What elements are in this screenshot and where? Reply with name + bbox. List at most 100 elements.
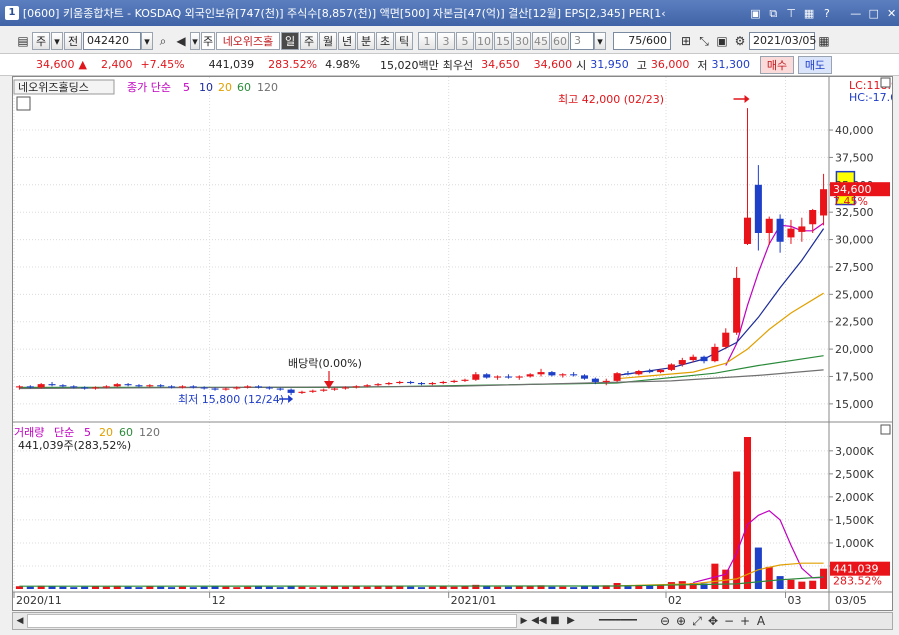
date-input[interactable]: 2021/03/05 — [749, 31, 816, 50]
price-tick-label: 37,500 — [835, 151, 874, 164]
period-minute-button[interactable]: 분 — [357, 31, 375, 50]
stock-code-input[interactable]: 042420 — [83, 31, 141, 50]
volume-bar — [244, 586, 252, 589]
sell-button[interactable]: 매도 — [798, 55, 833, 74]
indicator-icon[interactable]: ⊞ — [677, 32, 695, 50]
volume-bar — [233, 587, 241, 589]
period-tick-button[interactable]: 틱 — [395, 31, 413, 50]
candle-body — [37, 384, 45, 388]
volume-pane-close-icon[interactable] — [880, 424, 891, 435]
rewind-icon[interactable]: ◀◀ — [531, 612, 547, 630]
volume-bar — [417, 587, 426, 589]
interval-45-button[interactable]: 45 — [532, 31, 550, 50]
table-view-icon[interactable] — [16, 96, 31, 111]
pin-icon[interactable]: ⊤ — [784, 6, 799, 21]
candle-body — [385, 383, 393, 385]
drawing-tool-icon[interactable]: ⤡ — [695, 32, 713, 50]
search-icon[interactable]: ⌕ — [154, 32, 172, 50]
best-ask: 34,650 — [481, 58, 520, 71]
candle-body — [146, 385, 154, 387]
candle-body — [374, 384, 382, 386]
zoom-out-icon[interactable]: ⊖ — [657, 612, 673, 630]
candle-body — [559, 374, 567, 376]
code-dropdown-icon[interactable]: ▾ — [141, 31, 153, 50]
period-year-button[interactable]: 년 — [338, 31, 356, 50]
interval-30-button[interactable]: 30 — [513, 31, 531, 50]
speed-slider[interactable]: ━━━━━━━ — [579, 612, 657, 630]
kind-dropdown-icon[interactable]: ▾ — [51, 31, 63, 50]
volume-bar — [222, 586, 230, 589]
candle-body — [537, 372, 545, 375]
tile-icon[interactable]: ▦ — [802, 6, 817, 21]
volume-bar — [189, 587, 197, 589]
interval-3-button[interactable]: 3 — [437, 31, 455, 50]
period-day-button[interactable]: 일 — [281, 31, 299, 50]
period-month-button[interactable]: 월 — [319, 31, 337, 50]
crosshair-icon[interactable]: ✥ — [705, 612, 721, 630]
link-group-icon[interactable]: ▣ — [748, 6, 763, 21]
price-pane-close-icon[interactable] — [880, 77, 891, 88]
font-size-icon[interactable]: A — [753, 612, 769, 630]
interval-10-button[interactable]: 10 — [475, 31, 493, 50]
scroll-right-icon[interactable]: ▶ — [517, 612, 531, 630]
minus-button[interactable]: − — [721, 612, 737, 630]
count-input[interactable]: 75/600 — [613, 31, 671, 50]
candle-body — [135, 385, 143, 387]
buy-button[interactable]: 매수 — [760, 55, 795, 74]
volume-bar — [320, 586, 328, 589]
interval-15-button[interactable]: 15 — [494, 31, 512, 50]
settings-gear-icon[interactable]: ⚙ — [731, 32, 749, 50]
sound-icon[interactable]: ◀ — [172, 32, 190, 50]
chart-area[interactable]: 40,00037,50035,00032,50030,00027,50025,0… — [12, 76, 899, 611]
volume-bar — [624, 586, 632, 589]
fit-view-icon[interactable]: ⤢ — [689, 612, 705, 630]
toolbar-main: ▤ 주 ▾ 전 042420 ▾ ⌕ ◀ ▾ 주 네오위즈홀 일 주 월 년 분… — [0, 28, 899, 53]
candle-body — [494, 376, 502, 378]
volume-bar — [135, 587, 143, 589]
volume-bar — [733, 471, 741, 589]
chart-svg[interactable]: 40,00037,50035,00032,50030,00027,50025,0… — [13, 77, 899, 610]
maximize-icon[interactable]: □ — [866, 6, 881, 21]
volume-ma-label: 단순 — [54, 426, 74, 439]
sound-dropdown-icon[interactable]: ▾ — [190, 31, 200, 50]
stock-name-field[interactable]: 네오위즈홀 — [216, 31, 280, 50]
zoom-in-icon[interactable]: ⊕ — [673, 612, 689, 630]
period-week-button[interactable]: 주 — [300, 31, 318, 50]
unit-dropdown-icon[interactable]: ▾ — [594, 31, 606, 50]
save-icon[interactable]: ▣ — [713, 32, 731, 50]
trade-amount: 15,020백만 — [380, 58, 439, 72]
change-percent: +7.45% — [140, 58, 185, 71]
horizontal-scrollbar[interactable]: ◀ ▶ ◀◀ ■ ▶ ━━━━━━━ ⊖ ⊕ ⤢ ✥ − + A — [12, 612, 893, 630]
window-layout-icon[interactable]: ⧉ — [766, 6, 781, 21]
volume-bar — [504, 586, 512, 589]
candle-body — [341, 387, 349, 389]
dividend-annotation: 배당락(0.00%) — [288, 357, 362, 370]
chart-menu-icon[interactable]: ▤ — [14, 32, 32, 50]
candle-body — [81, 387, 89, 389]
prev-button[interactable]: 전 — [64, 31, 82, 50]
candle-body — [102, 386, 110, 388]
kind-button[interactable]: 주 — [32, 31, 50, 50]
title-bar: 1 [0600] 키움종합차트 - KOSDAQ 외국인보유[747(천)] 주… — [0, 0, 899, 26]
plus-button[interactable]: + — [737, 612, 753, 630]
volume-ratio: 283.52% — [268, 58, 318, 71]
candle-body — [776, 218, 784, 242]
minimize-icon[interactable]: — — [848, 6, 863, 21]
interval-5-button[interactable]: 5 — [456, 31, 474, 50]
period-second-button[interactable]: 초 — [376, 31, 394, 50]
help-icon[interactable]: ? — [819, 6, 834, 21]
candle-body — [548, 372, 556, 376]
interval-60-button[interactable]: 60 — [551, 31, 569, 50]
open-label: 시 — [576, 58, 587, 72]
low-label: 저 — [697, 58, 708, 72]
scroll-left-icon[interactable]: ◀ — [13, 612, 27, 630]
candle-body — [743, 217, 752, 244]
scroll-track[interactable] — [27, 614, 517, 628]
calendar-icon[interactable]: ▦ — [815, 32, 833, 50]
interval-1-button[interactable]: 1 — [418, 31, 436, 50]
unit-input[interactable]: 3 — [570, 31, 594, 50]
stop-icon[interactable]: ■ — [547, 612, 563, 630]
close-icon[interactable]: ✕ — [884, 6, 899, 21]
play-icon[interactable]: ▶ — [563, 612, 579, 630]
candle-body — [428, 383, 436, 385]
